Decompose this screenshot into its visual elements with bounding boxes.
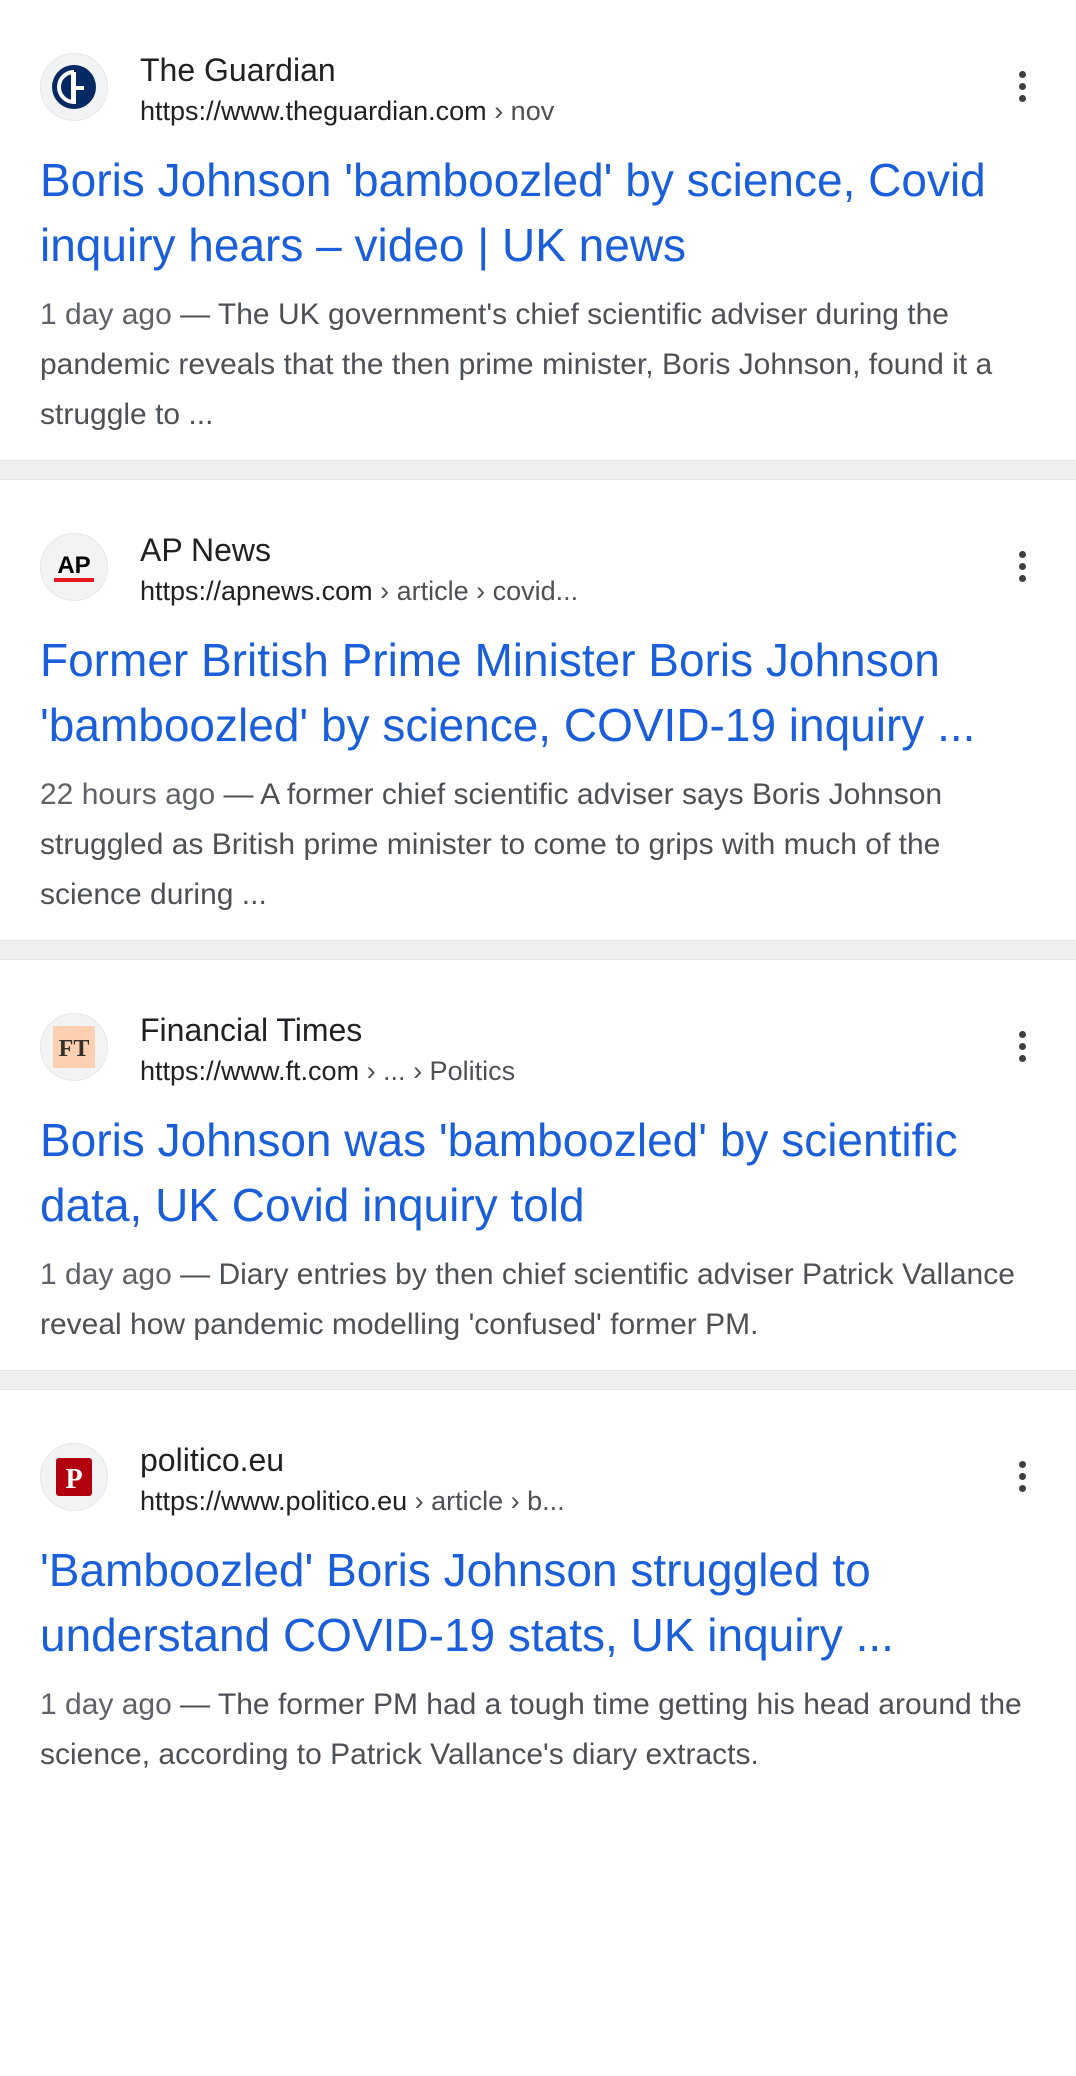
result-date: 1 day ago (40, 1258, 172, 1291)
result-card: AP AP News https://apnews.com › article … (0, 480, 1076, 940)
ft-favicon-icon: FT (40, 1013, 108, 1081)
result-divider (0, 940, 1076, 960)
result-card: FT Financial Times https://www.ft.com › … (0, 960, 1076, 1370)
ap-logo-text: AP (57, 552, 90, 579)
result-card: P politico.eu https://www.politico.eu › … (0, 1390, 1076, 1800)
result-date: 1 day ago (40, 1688, 172, 1721)
result-url-domain: https://apnews.com (140, 576, 373, 606)
ft-logo-text: FT (59, 1036, 90, 1062)
result-url-path: › nov (486, 96, 555, 126)
result-url-path: › article › covid... (372, 576, 579, 606)
result-url: https://www.politico.eu › article › b... (140, 1484, 565, 1518)
more-options-icon[interactable] (1000, 64, 1044, 108)
guardian-favicon-icon (40, 53, 108, 121)
result-card: The Guardian https://www.theguardian.com… (0, 0, 1076, 460)
result-snippet-text: — The former PM had a tough time getting… (40, 1688, 1022, 1771)
result-date: 1 day ago (40, 298, 172, 331)
result-source-row[interactable]: FT Financial Times https://www.ft.com › … (40, 1000, 1036, 1090)
result-snippet: 1 day ago — Diary entries by then chief … (40, 1250, 1036, 1370)
result-url: https://apnews.com › article › covid... (140, 574, 578, 608)
result-divider (0, 460, 1076, 480)
result-title-link[interactable]: Boris Johnson 'bamboozled' by science, C… (40, 148, 1036, 278)
result-snippet: 1 day ago — The UK government's chief sc… (40, 290, 1036, 460)
result-source-name: The Guardian (140, 52, 336, 88)
result-url: https://www.ft.com › ... › Politics (140, 1054, 515, 1088)
politico-favicon-icon: P (40, 1443, 108, 1511)
result-source-name: Financial Times (140, 1012, 363, 1048)
result-url: https://www.theguardian.com › nov (140, 94, 554, 128)
search-results: The Guardian https://www.theguardian.com… (0, 0, 1076, 1800)
result-source-name: politico.eu (140, 1442, 285, 1478)
politico-logo-text: P (65, 1464, 82, 1495)
result-url-path: › article › b... (407, 1486, 565, 1516)
result-url-domain: https://www.ft.com (140, 1056, 360, 1086)
result-snippet-text: — Diary entries by then chief scientific… (40, 1258, 1015, 1341)
result-url-path: › ... › Politics (359, 1056, 516, 1086)
result-title-link[interactable]: Boris Johnson was 'bamboozled' by scient… (40, 1108, 1036, 1238)
result-source-row[interactable]: AP AP News https://apnews.com › article … (40, 520, 1036, 610)
result-url-domain: https://www.politico.eu (140, 1486, 408, 1516)
result-source-row[interactable]: The Guardian https://www.theguardian.com… (40, 40, 1036, 130)
result-snippet-text: — The UK government's chief scientific a… (40, 298, 993, 431)
result-snippet: 22 hours ago — A former chief scientific… (40, 770, 1036, 940)
more-options-icon[interactable] (1000, 1024, 1044, 1068)
result-date: 22 hours ago (40, 778, 216, 811)
more-options-icon[interactable] (1000, 1454, 1044, 1498)
result-source-name: AP News (140, 532, 272, 568)
ap-favicon-icon: AP (40, 533, 108, 601)
result-divider (0, 1370, 1076, 1390)
result-source-row[interactable]: P politico.eu https://www.politico.eu › … (40, 1430, 1036, 1520)
result-url-domain: https://www.theguardian.com (140, 96, 487, 126)
result-title-link[interactable]: 'Bamboozled' Boris Johnson struggled to … (40, 1538, 1036, 1668)
result-title-link[interactable]: Former British Prime Minister Boris John… (40, 628, 1036, 758)
more-options-icon[interactable] (1000, 544, 1044, 588)
result-snippet: 1 day ago — The former PM had a tough ti… (40, 1680, 1036, 1800)
